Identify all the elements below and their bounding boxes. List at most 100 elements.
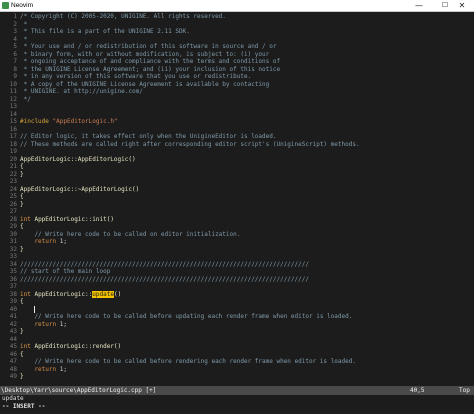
close-button[interactable]: ✕ [449, 0, 474, 11]
code-token: { [20, 163, 24, 170]
code-line[interactable]: 13 [0, 103, 20, 111]
code-line[interactable]: 25{ [0, 193, 24, 201]
code-line[interactable]: 12 */ [0, 96, 31, 104]
code-line[interactable]: 17// Editor logic, it takes effect only … [0, 133, 277, 141]
minimize-button[interactable]: — [406, 0, 432, 11]
code-token: "AppEditorLogic.h" [52, 118, 118, 125]
code-line[interactable]: 27 [0, 208, 20, 216]
code-line[interactable]: 42 return 1; [0, 321, 67, 329]
code-line[interactable]: 16 [0, 126, 20, 134]
code-line[interactable]: 9 * in any version of this software that… [0, 73, 251, 81]
code-token: () [113, 290, 122, 298]
line-number: 14 [9, 110, 17, 118]
code-token: ////////////////////////////////////////… [20, 275, 309, 283]
code-token: // start of the main loop [20, 268, 111, 275]
command-message: update [2, 395, 24, 402]
line-number: 13 [9, 103, 17, 110]
code-line[interactable]: 49} [0, 373, 24, 381]
code-line[interactable]: 33 [0, 253, 20, 261]
code-line[interactable]: 6 * binary form, with or without modific… [0, 51, 269, 59]
code-token: } [20, 373, 24, 380]
code-token: * This file is a part of the UNIGINE 2.1… [20, 28, 190, 35]
code-line[interactable]: 4 * [0, 36, 27, 44]
code-line[interactable]: 2 * [0, 21, 27, 29]
line-number: 23 [9, 178, 17, 185]
code-line[interactable]: 28 int AppEditorLogic::init() [0, 216, 114, 224]
code-line[interactable]: 26} [0, 201, 24, 209]
code-line[interactable]: 39{ [0, 298, 24, 306]
line-number: 45 [9, 343, 17, 350]
mode-indicator: -- INSERT -- [2, 403, 46, 410]
code-token: * ongoing acceptance of and compliance w… [20, 58, 281, 65]
line-number: 16 [9, 125, 17, 133]
line-number: 48 [9, 365, 17, 373]
file-path: \Desktop\Yarr\source\AppEditorLogic.cpp … [1, 387, 157, 394]
code-token: } [20, 328, 24, 335]
code-token: #include [20, 118, 53, 125]
line-number: 40 [9, 305, 17, 313]
code-line[interactable]: 31 return 1; [0, 238, 67, 246]
code-line[interactable]: 41 // Write here code to be called befor… [0, 313, 353, 321]
code-line[interactable]: 38 int AppEditorLogic::update() [0, 290, 122, 299]
line-number: 28 [9, 215, 17, 223]
line-number: 35 [9, 268, 17, 275]
line-number: 6 [13, 50, 17, 58]
code-line[interactable]: 10 * A copy of the UNIGINE License Agree… [0, 81, 269, 89]
code-token: * [20, 20, 28, 28]
code-line[interactable]: 46{ [0, 351, 24, 359]
code-token: return [20, 238, 57, 245]
code-line[interactable]: 35// start of the main loop [0, 268, 111, 276]
code-line[interactable]: 37 [0, 283, 20, 291]
code-line[interactable]: 44 [0, 336, 20, 344]
search-match: update [92, 290, 114, 298]
cursor-position: 40,5 [410, 387, 425, 394]
code-line[interactable]: 23 [0, 178, 20, 186]
code-token: int [20, 215, 31, 223]
editor-buffer[interactable]: 1/* Copyright (C) 2005-2020, UNIGINE. Al… [0, 12, 474, 385]
code-line[interactable]: 24 AppEditorLogic::~AppEditorLogic() [0, 186, 139, 194]
code-line[interactable]: 1/* Copyright (C) 2005-2020, UNIGINE. Al… [0, 13, 226, 21]
code-line[interactable]: 30 // Write here code to be called on ed… [0, 231, 241, 239]
line-number: 20 [9, 155, 17, 163]
code-token: // These methods are called right after … [20, 140, 360, 148]
code-line[interactable]: 29{ [0, 223, 24, 231]
code-line[interactable]: 48 return 1; [0, 366, 67, 374]
code-line[interactable]: 3 * This file is a part of the UNIGINE 2… [0, 28, 190, 36]
code-token: // Editor logic, it takes effect only wh… [20, 133, 277, 140]
code-line[interactable]: 20 AppEditorLogic::AppEditorLogic() [0, 156, 136, 164]
line-number: 44 [9, 335, 17, 343]
code-line[interactable]: 47 // Write here code to be called befor… [0, 358, 356, 366]
window-titlebar: Neovim — ☐ ✕ [0, 0, 474, 12]
code-line[interactable]: 40 [0, 305, 36, 314]
line-number: 3 [13, 28, 17, 35]
code-line[interactable]: 7 * ongoing acceptance of and compliance… [0, 58, 280, 66]
code-line[interactable]: 15 #include "AppEditorLogic.h" [0, 118, 118, 126]
code-line[interactable]: 8 * the UNIGINE License Agreement; and (… [0, 66, 280, 74]
code-token: return [20, 320, 57, 328]
code-token: /* Copyright (C) 2005-2020, UNIGINE. All… [20, 13, 226, 20]
line-number: 36 [9, 275, 17, 283]
code-token: * Your use and / or redistribution of th… [20, 43, 277, 50]
code-line[interactable]: 22} [0, 171, 24, 179]
code-token: int [20, 343, 31, 350]
code-line[interactable]: 34//////////////////////////////////////… [0, 261, 309, 269]
code-line[interactable]: 5 * Your use and / or redistribution of … [0, 43, 276, 51]
code-line[interactable]: 45 int AppEditorLogic::render() [0, 343, 121, 351]
code-line[interactable]: 43} [0, 328, 24, 336]
code-line[interactable]: 11 * UNIGINE. at http://unigine.com/ [0, 88, 143, 96]
code-token: AppEditorLogic::AppEditorLogic() [20, 155, 136, 163]
code-line[interactable]: 14 [0, 111, 20, 119]
code-line[interactable]: 36//////////////////////////////////////… [0, 276, 309, 284]
line-number: 9 [13, 73, 17, 80]
code-line[interactable]: 18// These methods are called right afte… [0, 141, 360, 149]
code-token: * the UNIGINE License Agreement; and (ii… [20, 65, 281, 73]
code-line[interactable]: 19 [0, 148, 20, 156]
code-line[interactable]: 32} [0, 246, 24, 254]
code-token: { [20, 193, 24, 200]
code-line[interactable]: 21{ [0, 163, 24, 171]
code-token: } [20, 200, 24, 208]
code-token: { [20, 223, 24, 230]
line-number: 8 [13, 65, 17, 73]
command-line[interactable]: update -- INSERT -- [0, 395, 474, 414]
text-cursor [34, 305, 36, 313]
